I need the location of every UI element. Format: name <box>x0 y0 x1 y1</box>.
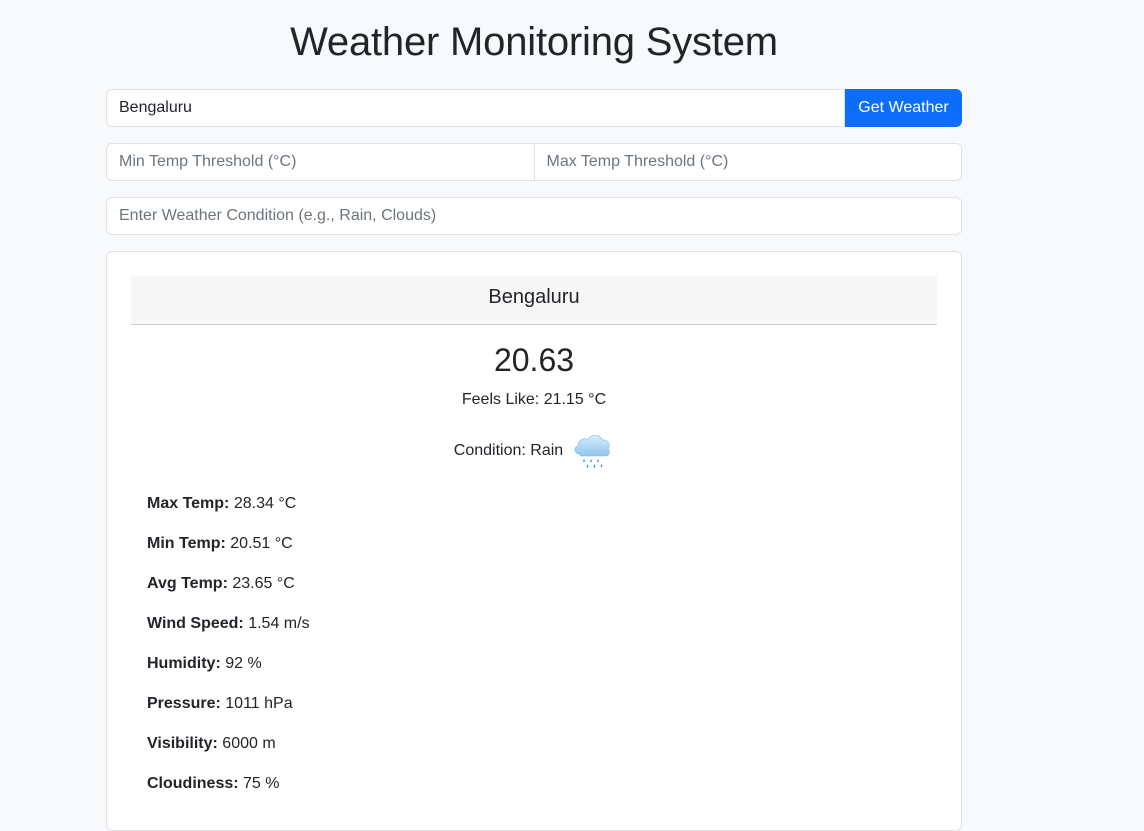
stat-label: Humidity: <box>147 655 221 672</box>
condition-line: Condition: Rain <box>107 429 961 473</box>
stat-value: 23.65 °C <box>232 575 295 592</box>
threshold-inputs <box>106 143 962 181</box>
stat-value: 28.34 °C <box>233 495 297 512</box>
weather-condition-input[interactable] <box>106 197 962 235</box>
condition-value: Rain <box>530 442 564 459</box>
stat-visibility: Visibility: 6000 m <box>147 733 276 755</box>
search-bar: Get Weather <box>106 89 962 127</box>
stat-max-temp: Max Temp: 28.34 °C <box>147 493 296 515</box>
stat-label: Cloudiness: <box>147 775 239 792</box>
stat-value: 20.51 °C <box>230 535 293 552</box>
stat-label: Avg Temp: <box>147 575 228 592</box>
stat-pressure: Pressure: 1011 hPa <box>147 693 293 715</box>
stat-value: 1011 hPa <box>225 695 293 712</box>
stat-value: 75 % <box>243 775 280 792</box>
condition-label: Condition: <box>453 442 526 459</box>
stat-min-temp: Min Temp: 20.51 °C <box>147 533 293 555</box>
min-temp-threshold-input[interactable] <box>106 143 534 181</box>
stat-humidity: Humidity: 92 % <box>147 653 262 675</box>
stat-wind-speed: Wind Speed: 1.54 m/s <box>147 613 310 635</box>
stat-label: Min Temp: <box>147 535 226 552</box>
stat-label: Max Temp: <box>147 495 230 512</box>
get-weather-button[interactable]: Get Weather <box>845 89 962 127</box>
stat-value: 92 % <box>225 655 262 672</box>
page-title: Weather Monitoring System <box>290 20 778 64</box>
stat-value: 6000 m <box>222 735 276 752</box>
city-input[interactable] <box>106 89 845 127</box>
temperature-value: 20.63 <box>493 342 575 378</box>
feels-like-text: Feels Like: 21.15 °C <box>461 391 607 408</box>
stat-cloudiness: Cloudiness: 75 % <box>147 773 279 795</box>
stat-label: Visibility: <box>147 735 218 752</box>
max-temp-threshold-input[interactable] <box>533 143 962 181</box>
stat-label: Pressure: <box>147 695 221 712</box>
card-city-header: Bengaluru <box>131 276 937 325</box>
rain-cloud-icon <box>570 430 614 474</box>
stat-label: Wind Speed: <box>147 615 244 632</box>
stat-avg-temp: Avg Temp: 23.65 °C <box>147 573 295 595</box>
stat-value: 1.54 m/s <box>248 615 310 632</box>
weather-card: Bengaluru 20.63 Feels Like: 21.15 °C Con… <box>106 251 962 831</box>
